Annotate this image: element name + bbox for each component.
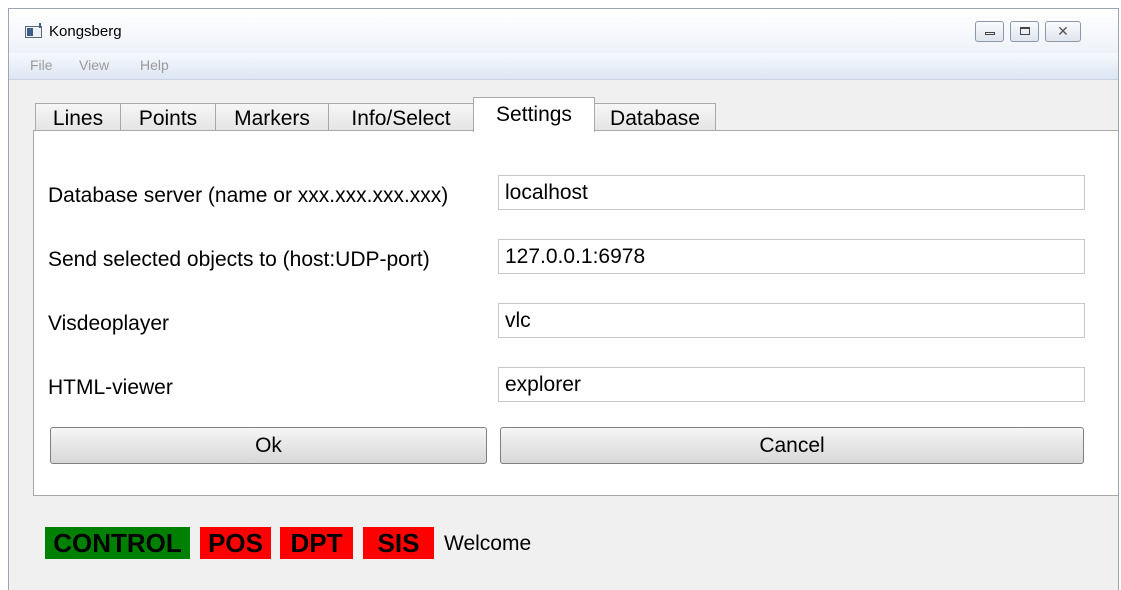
title-bar[interactable]: Kongsberg ✕ bbox=[9, 9, 1118, 53]
status-badge-control: CONTROL bbox=[45, 527, 190, 559]
cancel-button[interactable]: Cancel bbox=[500, 427, 1084, 464]
db-server-label: Database server (name or xxx.xxx.xxx.xxx… bbox=[48, 184, 449, 207]
tab-settings[interactable]: Settings bbox=[473, 97, 595, 132]
maximize-icon bbox=[1019, 27, 1030, 35]
tab-markers[interactable]: Markers bbox=[215, 103, 329, 131]
send-objects-input[interactable] bbox=[498, 239, 1085, 274]
app-icon bbox=[25, 23, 42, 38]
close-button[interactable]: ✕ bbox=[1045, 21, 1081, 42]
status-badge-sis: SIS bbox=[363, 527, 434, 559]
videoplayer-input[interactable] bbox=[498, 303, 1085, 338]
minimize-icon bbox=[984, 32, 995, 35]
close-icon: ✕ bbox=[1057, 23, 1069, 39]
menu-help[interactable]: Help bbox=[140, 57, 169, 73]
menu-view[interactable]: View bbox=[79, 57, 109, 73]
tab-database[interactable]: Database bbox=[594, 103, 716, 131]
tab-bar: Lines Points Markers Info/Select Setting… bbox=[9, 97, 1118, 132]
tab-points[interactable]: Points bbox=[120, 103, 216, 131]
html-viewer-label: HTML-viewer bbox=[48, 376, 173, 399]
minimize-button[interactable] bbox=[975, 21, 1004, 42]
status-message: Welcome bbox=[444, 532, 532, 555]
html-viewer-input[interactable] bbox=[498, 367, 1085, 402]
status-badge-pos: POS bbox=[200, 527, 271, 559]
window-title: Kongsberg bbox=[49, 23, 122, 40]
menu-file[interactable]: File bbox=[30, 57, 53, 73]
maximize-button[interactable] bbox=[1010, 21, 1039, 42]
tab-lines[interactable]: Lines bbox=[35, 103, 121, 131]
ok-button[interactable]: Ok bbox=[50, 427, 487, 464]
settings-panel: Database server (name or xxx.xxx.xxx.xxx… bbox=[33, 130, 1118, 496]
menu-bar: File View Help bbox=[9, 53, 1118, 80]
db-server-input[interactable] bbox=[498, 175, 1085, 210]
status-badge-dpt: DPT bbox=[280, 527, 353, 559]
send-objects-label: Send selected objects to (host:UDP-port) bbox=[48, 248, 430, 271]
videoplayer-label: Visdeoplayer bbox=[48, 312, 170, 335]
app-window: Kongsberg ✕ File View Help Lines Points … bbox=[8, 8, 1119, 590]
tab-info-select[interactable]: Info/Select bbox=[328, 103, 474, 131]
